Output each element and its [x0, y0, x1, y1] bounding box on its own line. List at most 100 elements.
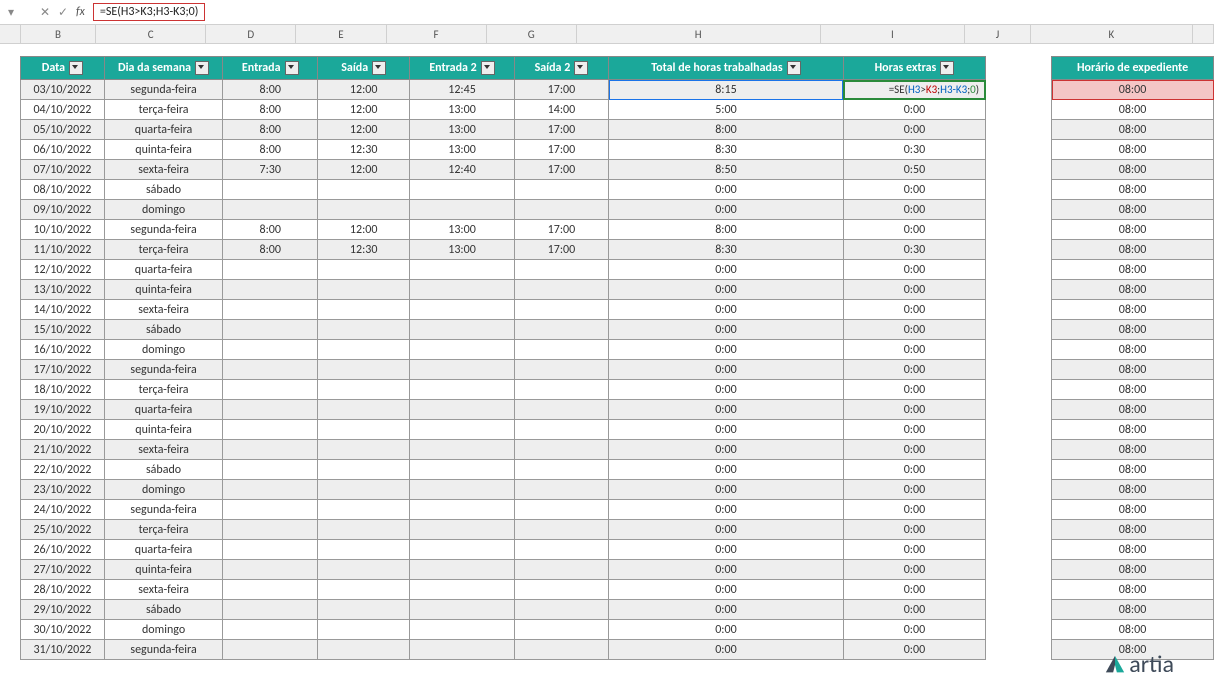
cell[interactable]: 8:00: [223, 80, 318, 100]
cell[interactable]: 03/10/2022: [21, 80, 105, 100]
col-header-h[interactable]: H: [577, 25, 821, 43]
cell[interactable]: 04/10/2022: [21, 100, 105, 120]
cell[interactable]: 8:30: [609, 240, 844, 260]
cell[interactable]: 13:00: [410, 240, 515, 260]
cell[interactable]: 13:00: [410, 220, 515, 240]
cell[interactable]: [318, 280, 410, 300]
cell[interactable]: quinta-feira: [104, 420, 222, 440]
filter-icon[interactable]: [574, 61, 588, 75]
cell[interactable]: 0:00: [609, 600, 844, 620]
cell[interactable]: [318, 580, 410, 600]
formula-input[interactable]: =SE(H3>K3;H3-K3;0): [93, 3, 206, 21]
cell[interactable]: 5:00: [609, 100, 844, 120]
cell[interactable]: [223, 320, 318, 340]
cell[interactable]: 15/10/2022: [21, 320, 105, 340]
name-box[interactable]: ▾: [8, 5, 36, 20]
cell[interactable]: [318, 300, 410, 320]
cell[interactable]: 0:00: [843, 260, 985, 280]
cell[interactable]: [514, 560, 608, 580]
cell[interactable]: [223, 560, 318, 580]
cell[interactable]: sábado: [104, 180, 222, 200]
th-saida[interactable]: Saída: [318, 57, 410, 80]
cell[interactable]: sábado: [104, 320, 222, 340]
cell[interactable]: 06/10/2022: [21, 140, 105, 160]
cell[interactable]: 0:50: [843, 160, 985, 180]
cell[interactable]: 10/10/2022: [21, 220, 105, 240]
cell[interactable]: 0:00: [843, 540, 985, 560]
cell[interactable]: 0:00: [843, 600, 985, 620]
cell[interactable]: 17:00: [514, 220, 608, 240]
cell[interactable]: [514, 420, 608, 440]
cell[interactable]: [223, 360, 318, 380]
cell[interactable]: [223, 260, 318, 280]
cell[interactable]: 0:00: [843, 640, 985, 660]
cell[interactable]: 05/10/2022: [21, 120, 105, 140]
cell[interactable]: 28/10/2022: [21, 580, 105, 600]
cell[interactable]: 08:00: [1052, 280, 1214, 300]
cell[interactable]: 13/10/2022: [21, 280, 105, 300]
cell[interactable]: 08:00: [1052, 400, 1214, 420]
cell[interactable]: 0:00: [843, 120, 985, 140]
cell[interactable]: [318, 560, 410, 580]
cell[interactable]: [223, 300, 318, 320]
th-saida2[interactable]: Saída 2: [514, 57, 608, 80]
cell[interactable]: quinta-feira: [104, 140, 222, 160]
col-header-j[interactable]: J: [965, 25, 1030, 43]
cell[interactable]: 27/10/2022: [21, 560, 105, 580]
cell[interactable]: [223, 200, 318, 220]
cell[interactable]: 0:00: [843, 560, 985, 580]
cell[interactable]: [410, 540, 515, 560]
cell[interactable]: [514, 480, 608, 500]
cell[interactable]: 0:00: [609, 280, 844, 300]
cell[interactable]: sexta-feira: [104, 580, 222, 600]
cell[interactable]: [223, 280, 318, 300]
th-data[interactable]: Data: [21, 57, 105, 80]
cell[interactable]: domingo: [104, 200, 222, 220]
col-header-c[interactable]: C: [96, 25, 206, 43]
cell[interactable]: =SE(H3>K3;H3-K3;0): [843, 80, 985, 100]
cell[interactable]: 08/10/2022: [21, 180, 105, 200]
cell[interactable]: 08:00: [1052, 620, 1214, 640]
cell[interactable]: sexta-feira: [104, 160, 222, 180]
cell[interactable]: 22/10/2022: [21, 460, 105, 480]
cell[interactable]: [318, 640, 410, 660]
cell[interactable]: [514, 200, 608, 220]
cell[interactable]: 0:00: [843, 520, 985, 540]
cell[interactable]: 0:00: [609, 620, 844, 640]
filter-icon[interactable]: [787, 61, 801, 75]
cell[interactable]: 09/10/2022: [21, 200, 105, 220]
cell[interactable]: [410, 440, 515, 460]
cell[interactable]: 0:00: [609, 200, 844, 220]
cell[interactable]: 08:00: [1052, 320, 1214, 340]
cell[interactable]: 0:00: [609, 460, 844, 480]
cell[interactable]: 0:00: [609, 420, 844, 440]
filter-icon[interactable]: [940, 61, 954, 75]
cell[interactable]: [410, 500, 515, 520]
fx-icon[interactable]: fx: [76, 5, 85, 19]
cell[interactable]: 0:00: [609, 260, 844, 280]
cell[interactable]: domingo: [104, 620, 222, 640]
cell[interactable]: [410, 380, 515, 400]
cell[interactable]: 20/10/2022: [21, 420, 105, 440]
cell[interactable]: 0:00: [843, 300, 985, 320]
cell[interactable]: 08:00: [1052, 440, 1214, 460]
cell[interactable]: [410, 400, 515, 420]
cell[interactable]: 17:00: [514, 160, 608, 180]
cell[interactable]: 12:00: [318, 80, 410, 100]
cell[interactable]: 08:00: [1052, 580, 1214, 600]
col-header-b[interactable]: B: [21, 25, 96, 43]
cell[interactable]: 14:00: [514, 100, 608, 120]
cell[interactable]: 12:00: [318, 100, 410, 120]
cell[interactable]: 8:00: [223, 220, 318, 240]
cell[interactable]: segunda-feira: [104, 360, 222, 380]
th-entrada2[interactable]: Entrada 2: [410, 57, 515, 80]
cell[interactable]: 08:00: [1052, 80, 1214, 100]
cell[interactable]: segunda-feira: [104, 500, 222, 520]
th-extras[interactable]: Horas extras: [843, 57, 985, 80]
cell[interactable]: [514, 380, 608, 400]
cell[interactable]: [410, 580, 515, 600]
cell[interactable]: [318, 320, 410, 340]
cell[interactable]: 0:00: [609, 400, 844, 420]
cell[interactable]: 08:00: [1052, 240, 1214, 260]
cell[interactable]: [223, 540, 318, 560]
